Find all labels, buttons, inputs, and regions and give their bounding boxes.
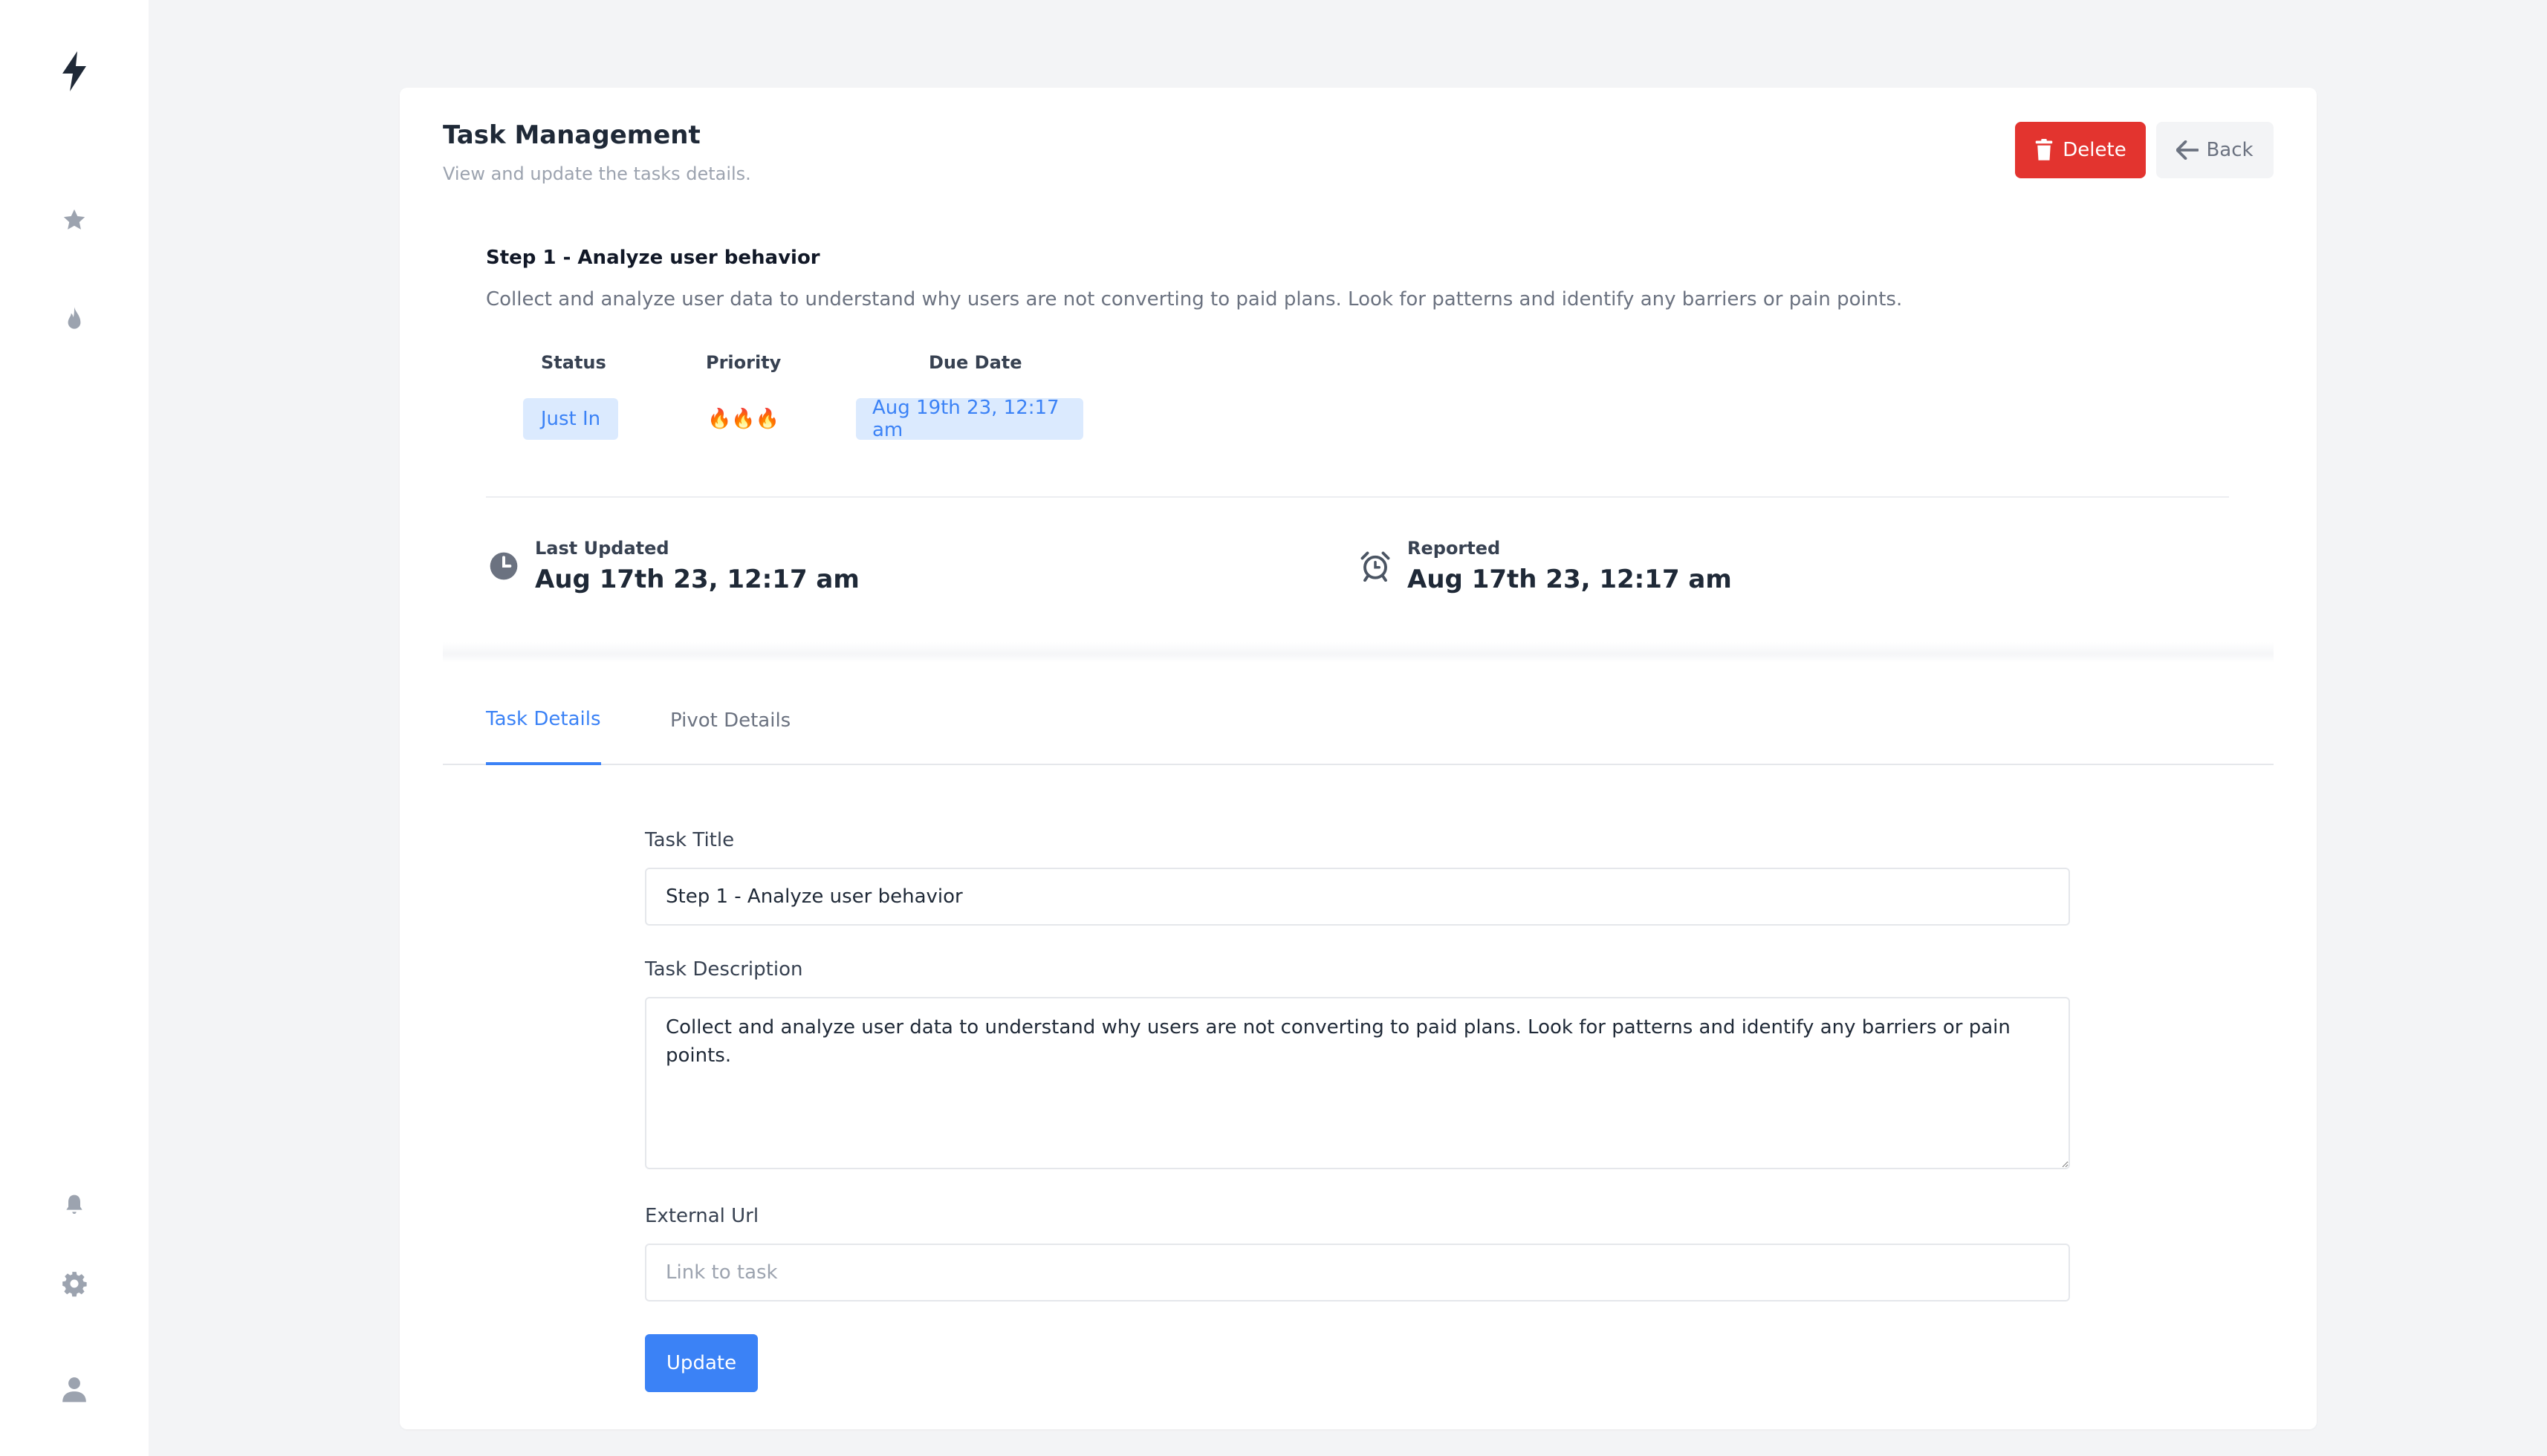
- divider: [486, 496, 2229, 498]
- arrow-left-icon: [2176, 140, 2199, 160]
- task-description-textarea[interactable]: Collect and analyze user data to underst…: [645, 997, 2070, 1169]
- fire-icon[interactable]: [58, 303, 91, 336]
- tab-bar: Task Details Pivot Details: [443, 676, 2274, 765]
- trash-icon: [2036, 139, 2053, 160]
- delete-button-label: Delete: [2063, 139, 2126, 161]
- external-url-input[interactable]: [645, 1244, 2070, 1301]
- update-button[interactable]: Update: [645, 1334, 758, 1392]
- task-title-label: Task Title: [645, 829, 735, 851]
- priority-indicator: 🔥🔥🔥: [707, 408, 780, 430]
- back-button-label: Back: [2206, 139, 2254, 161]
- sidebar: [0, 0, 149, 1456]
- user-icon[interactable]: [58, 1373, 91, 1405]
- status-label: Status: [541, 352, 606, 373]
- gear-icon[interactable]: [58, 1267, 91, 1300]
- reported-block: Reported Aug 17th 23, 12:17 am: [1360, 538, 1732, 594]
- page-subtitle: View and update the tasks details.: [443, 163, 751, 184]
- reported-label: Reported: [1407, 538, 1501, 559]
- page-title: Task Management: [443, 120, 701, 150]
- clock-icon: [490, 552, 518, 580]
- star-icon[interactable]: [58, 204, 91, 236]
- last-updated-block: Last Updated Aug 17th 23, 12:17 am: [489, 538, 860, 594]
- tab-pivot-details[interactable]: Pivot Details: [670, 676, 791, 765]
- alarm-clock-icon: [1360, 551, 1390, 582]
- task-description-label: Task Description: [645, 958, 803, 981]
- due-date-label: Due Date: [929, 352, 1022, 373]
- due-date-badge: Aug 19th 23, 12:17 am: [856, 397, 1083, 441]
- section-separator: [443, 642, 2274, 663]
- task-description: Collect and analyze user data to underst…: [486, 288, 1903, 311]
- task-card: Task Management View and update the task…: [400, 88, 2317, 1429]
- last-updated-value: Aug 17th 23, 12:17 am: [535, 565, 860, 594]
- priority-label: Priority: [706, 352, 782, 373]
- last-updated-label: Last Updated: [535, 538, 669, 559]
- bell-icon[interactable]: [58, 1189, 91, 1221]
- delete-button[interactable]: Delete: [2015, 122, 2146, 178]
- status-badge: Just In: [523, 398, 618, 440]
- back-button[interactable]: Back: [2156, 122, 2274, 178]
- tab-task-details[interactable]: Task Details: [486, 676, 601, 765]
- external-url-label: External Url: [645, 1205, 759, 1227]
- task-name: Step 1 - Analyze user behavior: [486, 247, 820, 269]
- reported-value: Aug 17th 23, 12:17 am: [1407, 565, 1732, 594]
- task-title-input[interactable]: [645, 868, 2070, 926]
- bolt-icon[interactable]: [58, 51, 91, 91]
